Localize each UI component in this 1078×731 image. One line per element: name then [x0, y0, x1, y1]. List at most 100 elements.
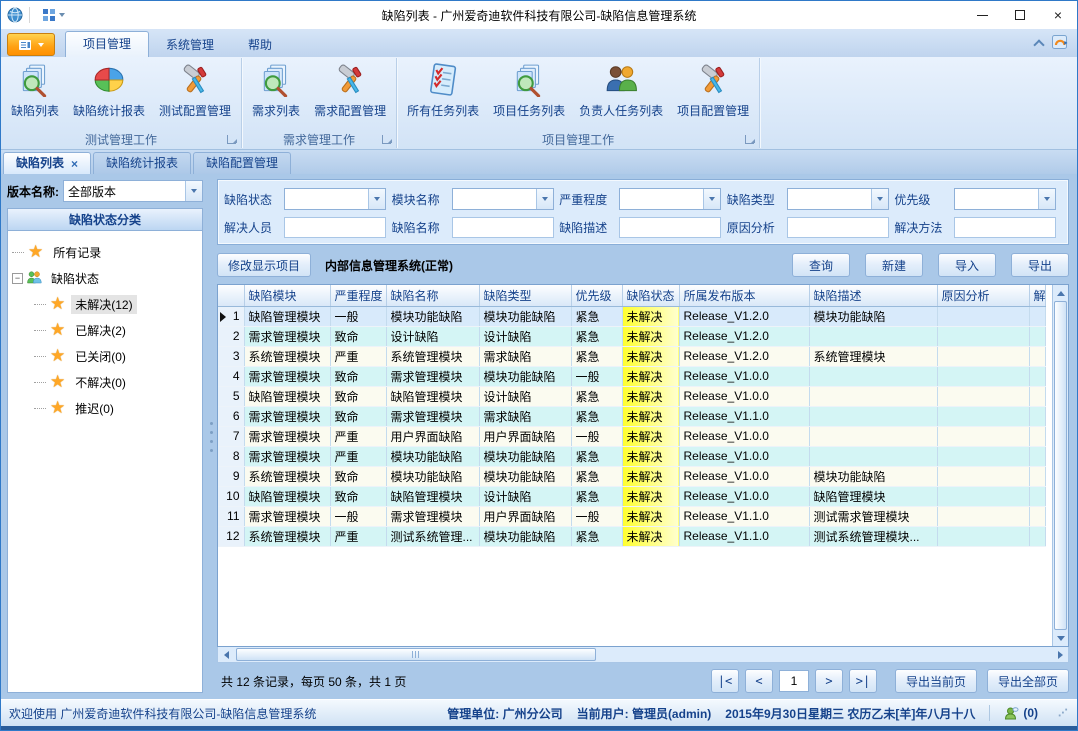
scroll-right-icon[interactable]	[1052, 647, 1068, 662]
ribbon-tab-2[interactable]: 系统管理	[149, 33, 231, 57]
tree-item-所有记录[interactable]: ★所有记录	[12, 239, 198, 265]
column-header-indicator[interactable]	[218, 285, 244, 306]
tree-item-已解决(2)[interactable]: ★已解决(2)	[12, 317, 198, 343]
app-menu-icon	[18, 39, 32, 51]
table-row[interactable]: 10缺陷管理模块致命缺陷管理模块设计缺陷紧急未解决Release_V1.0.0缺…	[218, 486, 1045, 506]
tab-close-icon[interactable]: ×	[71, 158, 78, 170]
table-row[interactable]: 4需求管理模块致命需求管理模块模块功能缺陷一般未解决Release_V1.0.0	[218, 366, 1045, 386]
doc-tab-2[interactable]: 缺陷统计报表	[93, 152, 191, 174]
column-header-缺陷模块[interactable]: 缺陷模块	[244, 285, 330, 306]
action-button-新建[interactable]: 新建	[865, 253, 923, 277]
filter-combo-模块名称[interactable]	[452, 188, 554, 210]
combo-dropdown-button[interactable]	[1038, 189, 1055, 209]
export-button-导出全部页[interactable]: 导出全部页	[987, 669, 1069, 693]
table-row[interactable]: 3系统管理模块严重系统管理模块需求缺陷紧急未解决Release_V1.2.0系统…	[218, 346, 1045, 366]
column-header-原因分析[interactable]: 原因分析	[937, 285, 1029, 306]
column-header-缺陷状态[interactable]: 缺陷状态	[622, 285, 679, 306]
table-row[interactable]: 12系统管理模块严重测试系统管理...模块功能缺陷紧急未解决Release_V1…	[218, 526, 1045, 546]
filter-input-原因分析[interactable]	[787, 217, 889, 238]
filter-input-缺陷描述[interactable]	[619, 217, 721, 238]
dialog-launcher-icon[interactable]	[382, 135, 391, 144]
horizontal-scroll-thumb[interactable]	[236, 648, 596, 661]
dialog-launcher-icon[interactable]	[745, 135, 754, 144]
tree-expander-icon[interactable]: −	[12, 273, 23, 284]
next-page-button[interactable]: >	[815, 669, 843, 693]
combo-dropdown-button[interactable]	[871, 189, 888, 209]
combo-dropdown-button[interactable]	[368, 189, 385, 209]
version-select-dropdown-button[interactable]	[185, 181, 202, 201]
column-header-解决方法[interactable]: 解决方法	[1029, 285, 1045, 306]
action-button-查询[interactable]: 查询	[792, 253, 850, 277]
vertical-scrollbar[interactable]	[1052, 285, 1068, 646]
sidebar-splitter[interactable]	[207, 174, 215, 699]
layout-grid-icon[interactable]	[42, 8, 65, 22]
vertical-scroll-thumb[interactable]	[1054, 301, 1067, 630]
ribbon-button-项目任务列表[interactable]: 项目任务列表	[486, 59, 572, 121]
tree-item-推迟(0)[interactable]: ★推迟(0)	[12, 395, 198, 421]
scroll-down-icon[interactable]	[1053, 630, 1068, 646]
table-row[interactable]: 1缺陷管理模块一般模块功能缺陷模块功能缺陷紧急未解决Release_V1.2.0…	[218, 306, 1045, 326]
export-button-导出当前页[interactable]: 导出当前页	[895, 669, 977, 693]
filter-input-缺陷名称[interactable]	[452, 217, 554, 238]
column-header-缺陷描述[interactable]: 缺陷描述	[809, 285, 937, 306]
ribbon-collapse-icon[interactable]	[1035, 41, 1044, 46]
version-select[interactable]: 全部版本	[63, 180, 203, 202]
first-page-button[interactable]: |<	[711, 669, 739, 693]
filter-combo-缺陷类型[interactable]	[787, 188, 889, 210]
dialog-launcher-icon[interactable]	[227, 135, 236, 144]
ribbon-button-负责人任务列表[interactable]: 负责人任务列表	[572, 59, 670, 121]
column-header-缺陷类型[interactable]: 缺陷类型	[479, 285, 571, 306]
ribbon-tab-1[interactable]: 项目管理	[65, 31, 149, 57]
ribbon-help-icon[interactable]	[1052, 34, 1069, 53]
filter-combo-优先级[interactable]	[954, 188, 1056, 210]
column-header-缺陷名称[interactable]: 缺陷名称	[386, 285, 479, 306]
tree-item-不解决(0)[interactable]: ★不解决(0)	[12, 369, 198, 395]
filter-input-解决人员[interactable]	[284, 217, 386, 238]
doc-tab-3[interactable]: 缺陷配置管理	[193, 152, 291, 174]
ribbon-button-测试配置管理[interactable]: 测试配置管理	[152, 59, 238, 121]
combo-dropdown-button[interactable]	[703, 189, 720, 209]
action-button-导入[interactable]: 导入	[938, 253, 996, 277]
horizontal-scroll-track[interactable]	[234, 647, 1052, 662]
ribbon-button-所有任务列表[interactable]: 所有任务列表	[400, 59, 486, 121]
horizontal-scrollbar[interactable]	[217, 647, 1069, 663]
table-row[interactable]: 7需求管理模块严重用户界面缺陷用户界面缺陷一般未解决Release_V1.0.0	[218, 426, 1045, 446]
table-row[interactable]: 9系统管理模块致命模块功能缺陷模块功能缺陷紧急未解决Release_V1.0.0…	[218, 466, 1045, 486]
table-row[interactable]: 5缺陷管理模块致命缺陷管理模块设计缺陷紧急未解决Release_V1.0.0	[218, 386, 1045, 406]
tree-item-未解决(12)[interactable]: ★未解决(12)	[12, 291, 198, 317]
ribbon-button-需求配置管理[interactable]: 需求配置管理	[307, 59, 393, 121]
scroll-left-icon[interactable]	[218, 647, 234, 662]
table-row[interactable]: 11需求管理模块一般需求管理模块用户界面缺陷一般未解决Release_V1.1.…	[218, 506, 1045, 526]
minimize-button[interactable]	[963, 1, 1001, 29]
ribbon-button-项目配置管理[interactable]: 项目配置管理	[670, 59, 756, 121]
close-button[interactable]: ×	[1039, 1, 1077, 29]
column-header-优先级[interactable]: 优先级	[571, 285, 622, 306]
filter-combo-严重程度[interactable]	[619, 188, 721, 210]
column-header-所属发布版本[interactable]: 所属发布版本	[679, 285, 809, 306]
column-header-严重程度[interactable]: 严重程度	[330, 285, 386, 306]
doc-tab-1[interactable]: 缺陷列表×	[3, 152, 91, 174]
action-button-导出[interactable]: 导出	[1011, 253, 1069, 277]
filter-combo-缺陷状态[interactable]	[284, 188, 386, 210]
ribbon-tab-3[interactable]: 帮助	[231, 33, 289, 57]
ribbon-button-缺陷统计报表[interactable]: 缺陷统计报表	[66, 59, 152, 121]
tree-item-缺陷状态[interactable]: −缺陷状态	[12, 265, 198, 291]
ribbon-button-缺陷列表[interactable]: 缺陷列表	[4, 59, 66, 121]
modify-display-items-button[interactable]: 修改显示项目	[217, 253, 311, 277]
table-row[interactable]: 2需求管理模块致命设计缺陷设计缺陷紧急未解决Release_V1.2.0	[218, 326, 1045, 346]
resize-grip-icon[interactable]: ⋰	[1058, 708, 1069, 719]
filter-input-解决方法[interactable]	[954, 217, 1056, 238]
cell-solution	[1029, 466, 1045, 486]
ribbon-button-需求列表[interactable]: 需求列表	[245, 59, 307, 121]
table-row[interactable]: 8需求管理模块严重模块功能缺陷模块功能缺陷紧急未解决Release_V1.0.0	[218, 446, 1045, 466]
maximize-button[interactable]	[1001, 1, 1039, 29]
last-page-button[interactable]: >|	[849, 669, 877, 693]
page-number-input[interactable]	[779, 670, 809, 692]
messages-indicator[interactable]: (0)	[1004, 706, 1038, 721]
application-menu-button[interactable]	[7, 33, 55, 56]
combo-dropdown-button[interactable]	[536, 189, 553, 209]
table-row[interactable]: 6需求管理模块致命需求管理模块需求缺陷紧急未解决Release_V1.1.0	[218, 406, 1045, 426]
tree-item-已关闭(0)[interactable]: ★已关闭(0)	[12, 343, 198, 369]
prev-page-button[interactable]: <	[745, 669, 773, 693]
scroll-up-icon[interactable]	[1053, 285, 1068, 301]
